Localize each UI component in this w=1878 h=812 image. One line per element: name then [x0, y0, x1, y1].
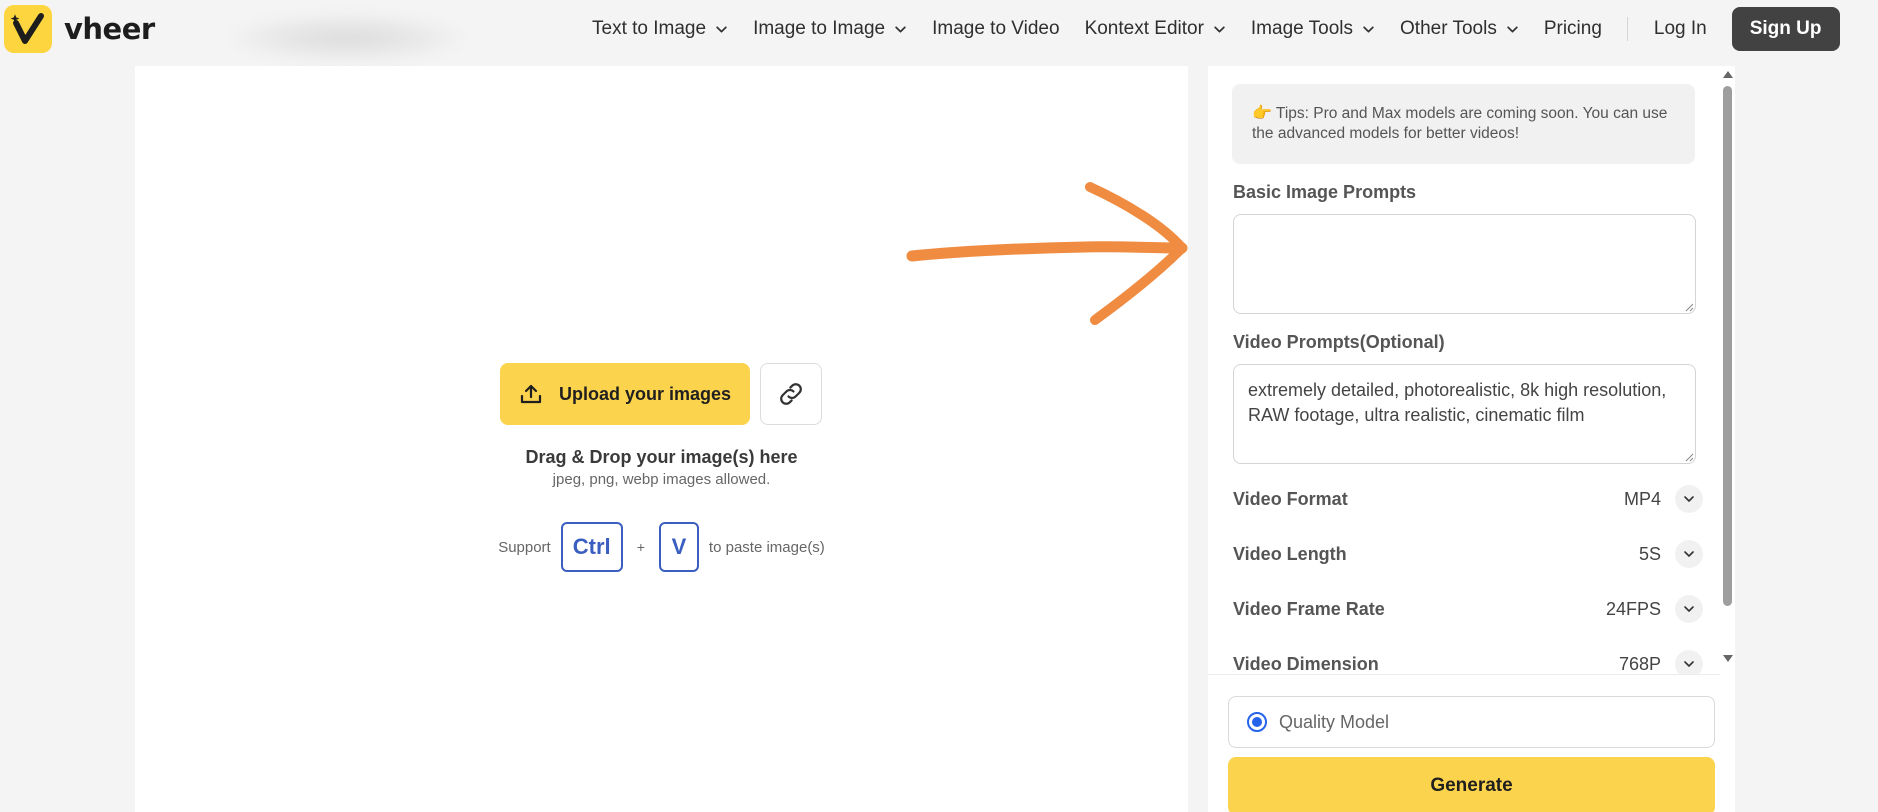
setting-value: 24FPS: [1605, 598, 1661, 619]
chevron-down-icon: [1507, 25, 1518, 33]
chevron-down-icon: [1363, 25, 1374, 33]
top-navbar: vheer Text to Image Image to Image Image…: [0, 0, 1878, 62]
upload-icon: [520, 384, 542, 404]
nav-divider: [1626, 17, 1628, 41]
link-icon: [780, 383, 802, 405]
tips-box: 👉 Tips: Pro and Max models are coming soo…: [1232, 84, 1695, 164]
nav-image-to-image[interactable]: Image to Image: [753, 18, 907, 40]
scroll-thumb[interactable]: [1723, 86, 1732, 606]
signup-button[interactable]: Sign Up: [1731, 7, 1840, 51]
setting-name: Video Format: [1233, 488, 1348, 509]
chevron-down-icon: [895, 25, 906, 33]
pointing-hand-icon: 👉: [1252, 105, 1272, 122]
video-format-setting[interactable]: Video Format MP4: [1233, 484, 1703, 514]
video-length-select[interactable]: 5S: [1639, 540, 1703, 568]
nav-label: Pricing: [1543, 18, 1602, 39]
nav-label: Image to Image: [753, 18, 886, 39]
scroll-up-icon[interactable]: [1723, 71, 1733, 78]
ctrl-key: Ctrl: [560, 522, 623, 572]
video-frame-rate-select[interactable]: 24FPS: [1606, 595, 1703, 623]
chevron-down-icon: [716, 25, 727, 33]
paste-suffix: to paste image(s): [708, 538, 825, 556]
chevron-down-icon: [1675, 485, 1703, 513]
quality-model-label: Quality Model: [1279, 711, 1390, 732]
chevron-down-icon: [1675, 650, 1703, 674]
video-dimension-select[interactable]: 768P: [1619, 650, 1703, 674]
basic-prompt-input[interactable]: [1233, 214, 1696, 314]
brand-logo[interactable]: vheer: [4, 5, 155, 53]
main-nav: Text to Image Image to Image Image to Vi…: [592, 0, 1840, 58]
upload-button-label: Upload your images: [558, 383, 732, 404]
upload-actions: Upload your images: [500, 363, 822, 425]
chevron-down-icon: [1675, 540, 1703, 568]
radio-dot: [1252, 717, 1262, 727]
setting-name: Video Dimension: [1233, 653, 1379, 674]
chevron-down-icon: [1675, 595, 1703, 623]
panel-scrollbar[interactable]: [1720, 66, 1735, 674]
setting-value: 768P: [1618, 653, 1661, 674]
nav-label: Image Tools: [1250, 18, 1354, 39]
paste-prefix: Support: [498, 538, 551, 556]
nav-label: Text to Image: [592, 18, 707, 39]
v-key: V: [658, 522, 699, 572]
nav-label: Image to Video: [932, 18, 1060, 39]
quality-model-option[interactable]: Quality Model: [1228, 696, 1715, 748]
plus-sign: +: [636, 539, 645, 555]
resize-handle-icon[interactable]: [1684, 302, 1694, 312]
generate-button[interactable]: Generate: [1228, 757, 1715, 812]
blurred-region: [232, 14, 462, 62]
nav-image-tools[interactable]: Image Tools: [1251, 18, 1375, 40]
login-link[interactable]: Log In: [1654, 18, 1707, 40]
video-dimension-setting[interactable]: Video Dimension 768P: [1233, 649, 1703, 674]
tips-text: Tips: Pro and Max models are coming soon…: [1252, 105, 1668, 142]
resize-handle-icon[interactable]: [1684, 452, 1694, 462]
scroll-down-icon[interactable]: [1723, 655, 1733, 662]
video-prompt-input[interactable]: extremely detailed, photorealistic, 8k h…: [1233, 364, 1696, 464]
upload-images-button[interactable]: Upload your images: [500, 363, 750, 425]
nav-text-to-image[interactable]: Text to Image: [592, 18, 728, 40]
paste-url-button[interactable]: [760, 363, 822, 425]
setting-name: Video Frame Rate: [1233, 598, 1385, 619]
drag-drop-title: Drag & Drop your image(s) here: [525, 447, 798, 467]
panel-divider: [1208, 674, 1720, 675]
paste-hint: Support Ctrl + V to paste image(s): [135, 522, 1188, 572]
video-frame-rate-setting[interactable]: Video Frame Rate 24FPS: [1233, 594, 1703, 624]
allowed-formats-text: jpeg, png, webp images allowed.: [552, 471, 771, 488]
settings-panel: 👉 Tips: Pro and Max models are coming soo…: [1208, 66, 1735, 812]
setting-value: 5S: [1638, 543, 1661, 564]
video-length-setting[interactable]: Video Length 5S: [1233, 539, 1703, 569]
basic-prompt-label: Basic Image Prompts: [1233, 182, 1417, 202]
settings-scroll-area[interactable]: 👉 Tips: Pro and Max models are coming soo…: [1208, 66, 1735, 674]
nav-kontext-editor[interactable]: Kontext Editor: [1085, 18, 1226, 40]
video-prompt-label: Video Prompts(Optional): [1233, 332, 1445, 352]
radio-selected-icon[interactable]: [1247, 712, 1267, 732]
nav-image-to-video[interactable]: Image to Video: [932, 18, 1059, 40]
video-format-select[interactable]: MP4: [1624, 485, 1703, 513]
setting-name: Video Length: [1233, 543, 1347, 564]
annotation-arrow-icon: [906, 182, 1188, 325]
chevron-down-icon: [1214, 25, 1225, 33]
nav-other-tools[interactable]: Other Tools: [1400, 18, 1519, 40]
logo-icon: [4, 5, 52, 53]
brand-name: vheer: [64, 12, 155, 46]
nav-label: Other Tools: [1400, 18, 1497, 39]
nav-pricing[interactable]: Pricing: [1544, 18, 1602, 40]
setting-value: MP4: [1623, 488, 1661, 509]
nav-label: Kontext Editor: [1084, 18, 1204, 39]
